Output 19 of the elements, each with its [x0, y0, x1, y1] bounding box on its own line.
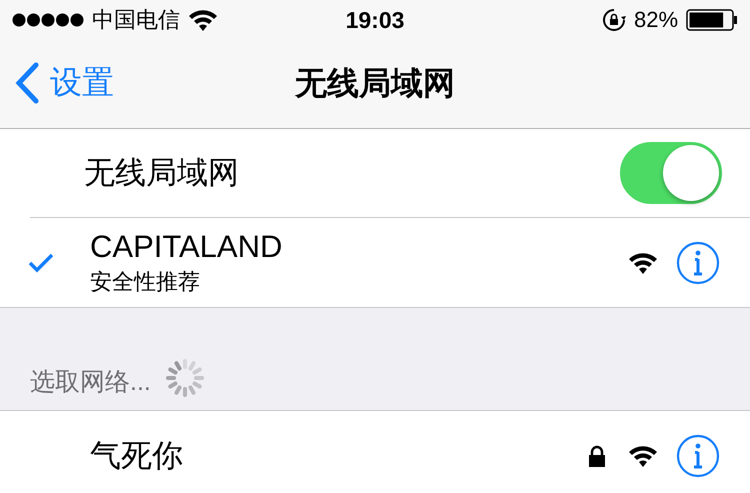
signal-icon [12, 13, 84, 27]
battery-icon [686, 9, 738, 31]
info-button[interactable] [676, 240, 720, 284]
wifi-icon [188, 8, 218, 32]
rotation-lock-icon [602, 8, 626, 32]
wifi-signal-icon [628, 444, 658, 468]
clock-time: 19:03 [346, 6, 404, 34]
wifi-switch[interactable] [620, 142, 722, 204]
section-header: 选取网络... [30, 367, 151, 398]
chevron-icon [14, 62, 40, 104]
info-button[interactable] [676, 434, 720, 478]
carrier-name: 中国电信 [92, 6, 180, 34]
battery-percent: 82% [634, 7, 678, 33]
network-name[interactable]: CAPITALAND [90, 228, 628, 264]
back-button[interactable]: 设置 [14, 60, 114, 106]
network-subtitle: 安全性推荐 [90, 268, 201, 296]
switch-label: 无线局域网 [84, 154, 239, 192]
nav-title: 无线局域网 [295, 64, 455, 103]
wifi-signal-icon [628, 250, 658, 274]
